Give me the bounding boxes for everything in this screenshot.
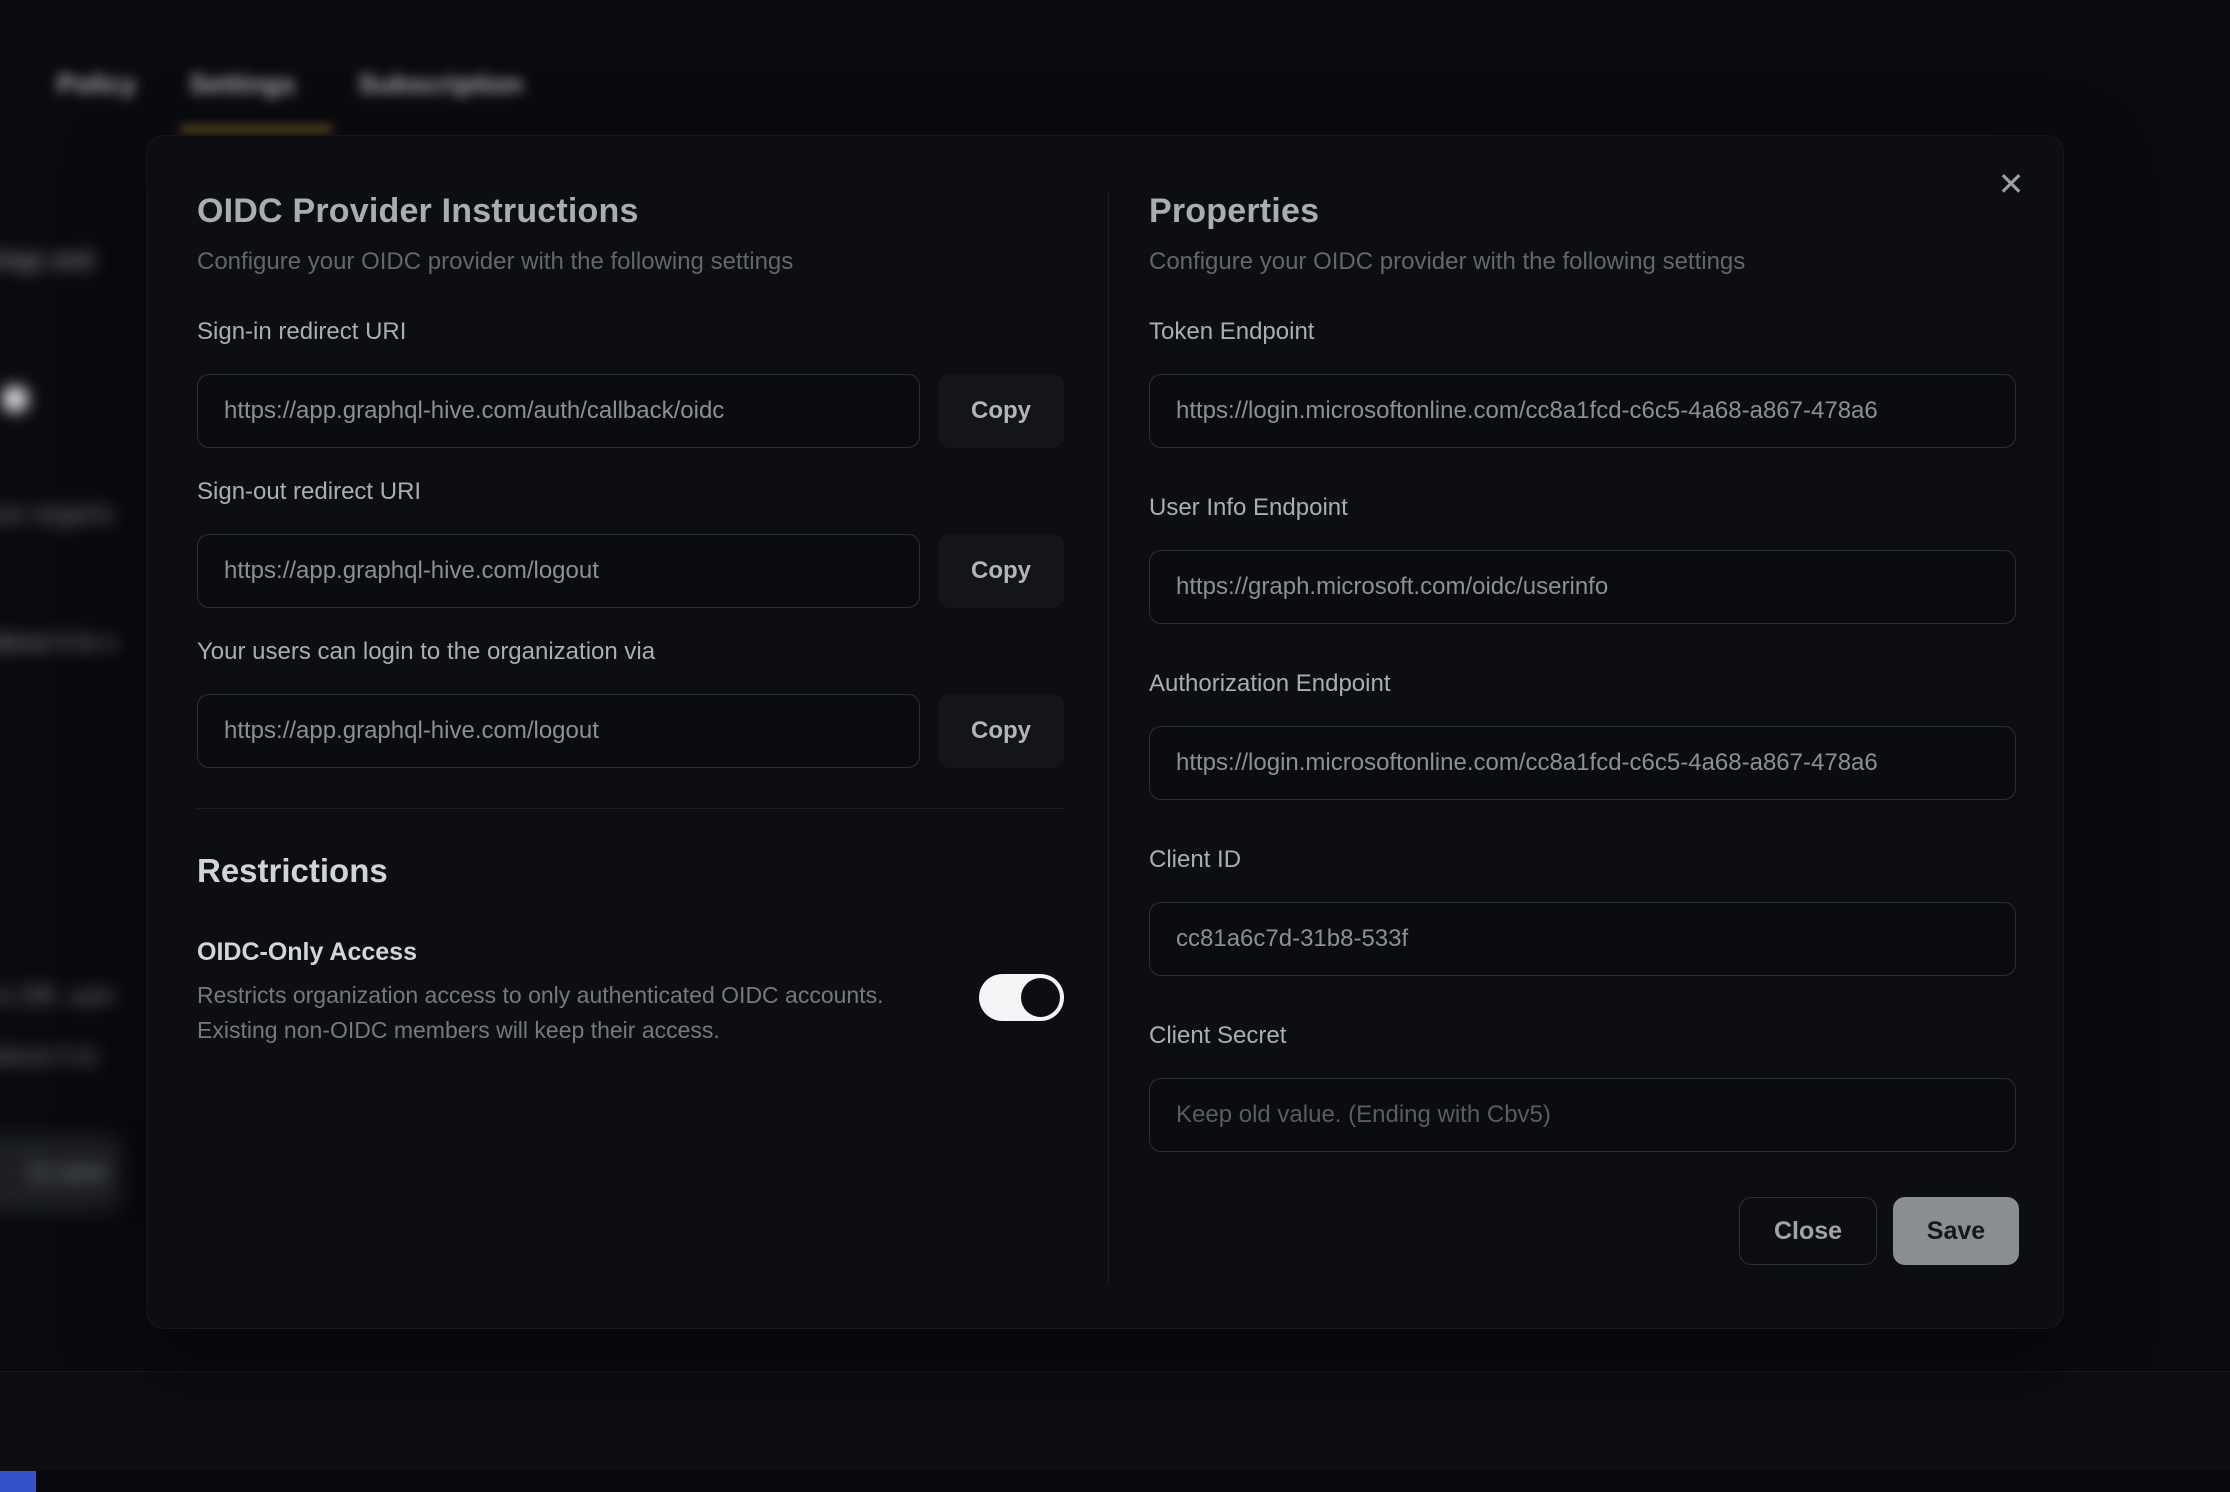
user-info-endpoint-input[interactable]	[1149, 550, 2016, 624]
left-section-title: OIDC Provider Instructions	[197, 192, 639, 231]
left-section-subtitle: Configure your OIDC provider with the fo…	[197, 248, 793, 276]
page-background: Policy Settings Subscription tings and o…	[0, 0, 2230, 1492]
copy-sign-out-uri-button[interactable]: Copy	[938, 534, 1064, 608]
toggle-knob	[1021, 978, 1060, 1017]
copy-sign-in-uri-button[interactable]: Copy	[938, 374, 1064, 448]
token-endpoint-label: Token Endpoint	[1149, 318, 1314, 346]
oidc-only-access-description: Existing non-OIDC members will keep thei…	[197, 1017, 720, 1044]
active-tab-underline	[180, 126, 333, 132]
tab-settings[interactable]: Settings	[189, 62, 296, 106]
bg-text-fragment: about it to s	[0, 628, 117, 657]
client-secret-label: Client Secret	[1149, 1022, 1286, 1050]
restrictions-divider	[197, 808, 1064, 809]
client-id-input[interactable]	[1149, 902, 2016, 976]
sign-in-redirect-uri-input[interactable]	[197, 374, 920, 448]
close-icon[interactable]: ✕	[1987, 160, 2035, 208]
oidc-only-access-description: Restricts organization access to only au…	[197, 982, 884, 1009]
save-button[interactable]: Save	[1893, 1197, 2019, 1265]
bg-text-fragment: rs OR, usin	[0, 982, 115, 1011]
right-section-subtitle: Configure your OIDC provider with the fo…	[1149, 248, 1745, 276]
authorization-endpoint-label: Authorization Endpoint	[1149, 670, 1391, 698]
bottom-band	[0, 1372, 2230, 1471]
token-endpoint-input[interactable]	[1149, 374, 2016, 448]
authorization-endpoint-input[interactable]	[1149, 726, 2016, 800]
user-info-endpoint-label: User Info Endpoint	[1149, 494, 1348, 522]
bottom-strip	[0, 1471, 2230, 1492]
column-divider	[1108, 191, 1109, 1284]
bg-blurred-button: ts used	[0, 1135, 122, 1211]
client-id-label: Client ID	[1149, 846, 1241, 874]
bg-bullet-dot	[2, 386, 28, 412]
copy-login-uri-button[interactable]: Copy	[938, 694, 1064, 768]
oidc-only-access-label: OIDC-Only Access	[197, 938, 417, 967]
organization-login-uri-label: Your users can login to the organization…	[197, 638, 655, 666]
right-section-title: Properties	[1149, 192, 1319, 231]
client-secret-input[interactable]	[1149, 1078, 2016, 1152]
tab-subscription[interactable]: Subscription	[358, 62, 523, 106]
bg-text-fragment: tings and	[0, 246, 93, 275]
sign-in-redirect-uri-label: Sign-in redirect URI	[197, 318, 406, 346]
organization-login-uri-input[interactable]	[197, 694, 920, 768]
tab-policy[interactable]: Policy	[57, 62, 137, 106]
sign-out-redirect-uri-input[interactable]	[197, 534, 920, 608]
bg-text-fragment: about it to	[0, 1042, 98, 1071]
bg-text-fragment: our organiz	[0, 500, 115, 529]
close-button[interactable]: Close	[1739, 1197, 1877, 1265]
sign-out-redirect-uri-label: Sign-out redirect URI	[197, 478, 421, 506]
oidc-only-access-toggle[interactable]	[979, 974, 1064, 1021]
bottom-corner-accent	[0, 1471, 36, 1492]
restrictions-heading: Restrictions	[197, 852, 388, 890]
oidc-settings-dialog: ✕ OIDC Provider Instructions Configure y…	[146, 135, 2064, 1329]
